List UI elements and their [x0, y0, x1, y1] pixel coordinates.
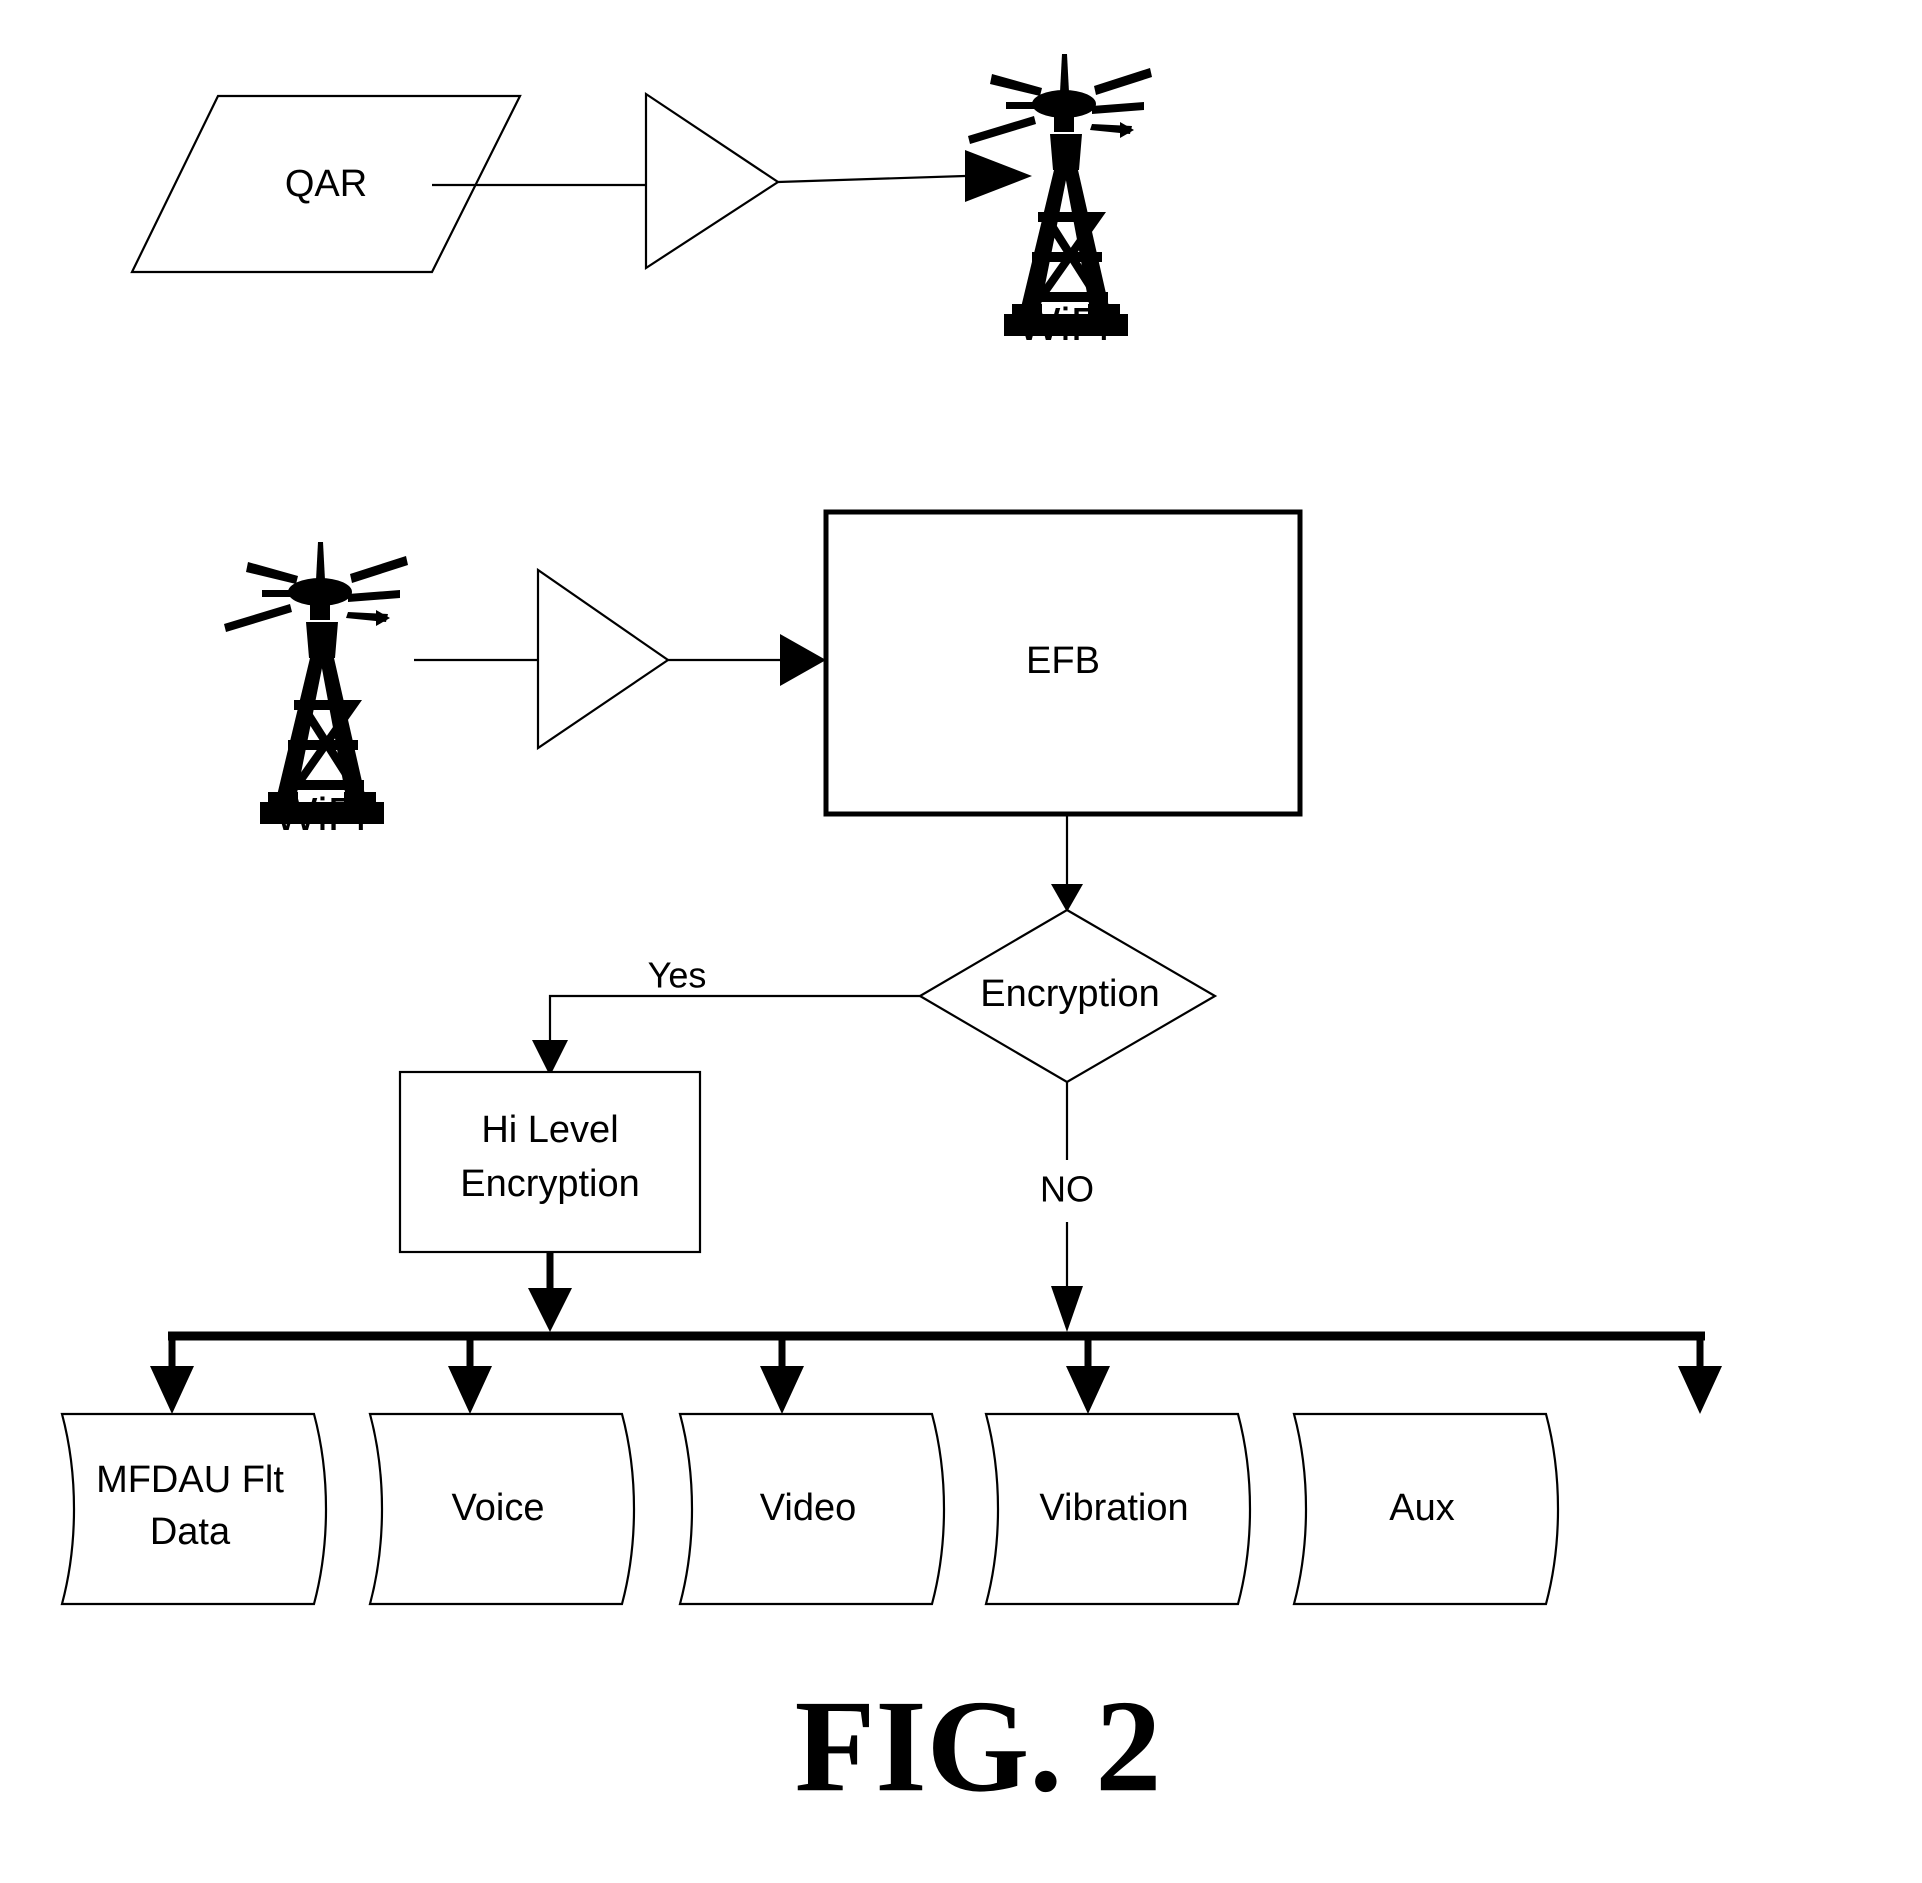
middle-amplifier-shape	[536, 567, 670, 751]
wifi-tower-icon-middle	[224, 542, 408, 824]
figure-caption: FIG. 2	[795, 1672, 1162, 1819]
hi-level-encryption-shape	[398, 1070, 702, 1254]
bus-drop-2	[448, 1336, 492, 1414]
arrowhead-no-branch	[1051, 1286, 1083, 1332]
bus-drop-1	[150, 1336, 194, 1414]
arrowhead-encryption-to-bus	[528, 1288, 572, 1332]
hi-level-encryption-label-line1: Hi Level	[481, 1109, 618, 1151]
bus-drop-5	[1678, 1336, 1722, 1414]
bus-drop-3	[760, 1336, 804, 1414]
arrowhead-yes-branch	[532, 1040, 568, 1076]
encryption-decision-label: Encryption	[980, 973, 1160, 1015]
middle-amplifier	[536, 567, 670, 751]
top-amplifier	[644, 91, 780, 271]
amplifier-to-wifi-link	[777, 174, 966, 184]
wifi-tower-icon-top	[968, 54, 1152, 336]
output-node-3: Vibration	[984, 1412, 1252, 1606]
hi-level-encryption-label-line2: Encryption	[460, 1163, 640, 1205]
top-amplifier-shape	[644, 91, 780, 271]
arrowhead-to-wifi	[965, 150, 1032, 202]
no-branch-label: NO	[1040, 1169, 1094, 1210]
output-label-0-line2: Data	[150, 1511, 231, 1553]
yes-branch-path	[548, 994, 920, 1040]
output-label-1-line1: Voice	[452, 1487, 545, 1529]
wifi-caption-top: WiFi	[1017, 298, 1109, 350]
output-node-4: Aux	[1292, 1412, 1560, 1606]
output-label-0-line1: MFDAU Flt	[96, 1459, 284, 1501]
output-label-2-line1: Video	[760, 1487, 857, 1529]
encryption-decision: Encryption	[917, 908, 1218, 1084]
bus-drop-4	[1066, 1336, 1110, 1414]
output-node-2: Video	[678, 1412, 946, 1606]
yes-branch-label: Yes	[648, 955, 707, 996]
figure-canvas: QAR WiFi WiFi EFB Encryption Yes NO Hi L…	[60, 54, 1722, 1819]
efb-label: EFB	[1026, 640, 1100, 682]
wifi-caption-middle: WiFi	[274, 788, 366, 840]
output-label-4-line1: Aux	[1389, 1487, 1454, 1529]
arrowhead-to-efb	[780, 634, 826, 686]
qar-label: QAR	[285, 163, 367, 205]
arrowhead-to-decision	[1051, 884, 1083, 912]
efb-node: EFB	[823, 509, 1303, 817]
output-label-3-line1: Vibration	[1039, 1487, 1188, 1529]
output-node-1: Voice	[368, 1412, 636, 1606]
output-node-0: MFDAU Flt Data	[60, 1412, 328, 1606]
patent-figure-2: QAR WiFi WiFi EFB Encryption Yes NO Hi L…	[0, 0, 1922, 1883]
hi-level-encryption-node: Hi Level Encryption	[398, 1070, 702, 1254]
